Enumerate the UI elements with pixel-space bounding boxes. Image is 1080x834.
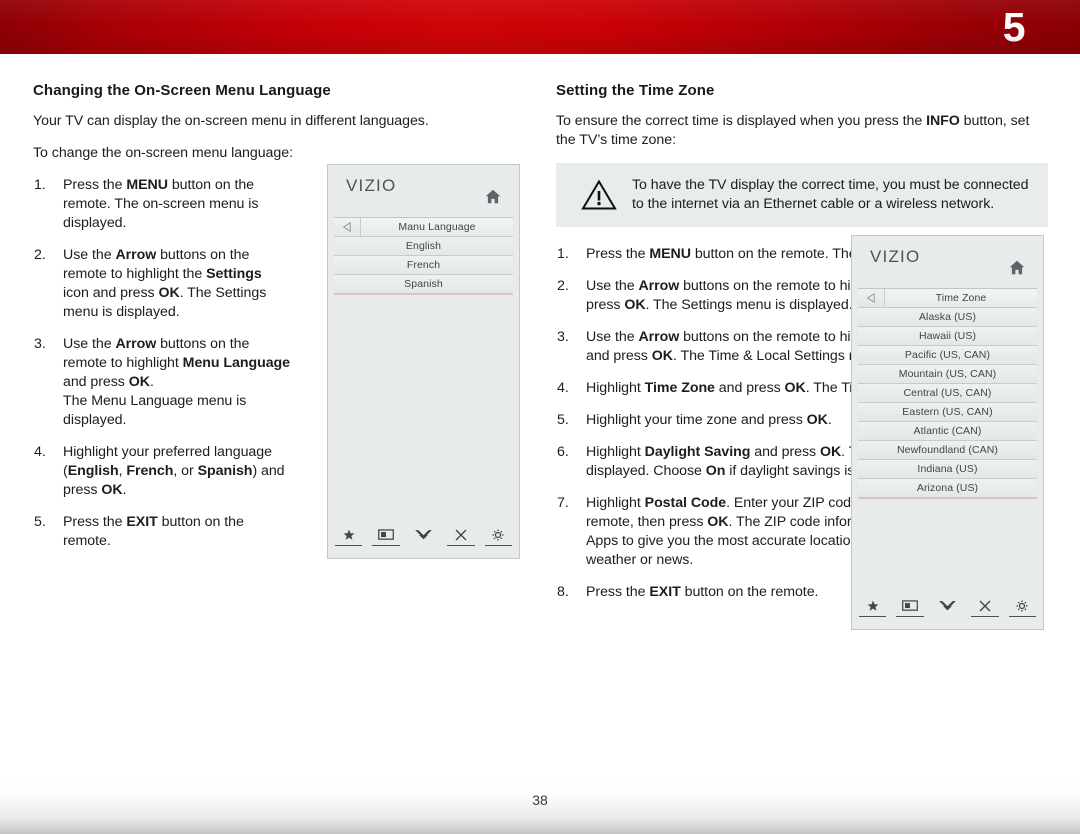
tv-menu-item[interactable]: Atlantic (CAN)	[858, 422, 1037, 441]
home-icon[interactable]	[485, 189, 501, 204]
tv-footer-icons	[858, 593, 1037, 623]
tv-time-zone-mockup: VIZIO Time Zone Alaska (US) Hawaii (US) …	[851, 235, 1044, 630]
tv-menu-item[interactable]: Alaska (US)	[858, 308, 1037, 327]
tv-menu-item-label: Eastern (US, CAN)	[902, 406, 993, 418]
tv-menu-item-label: Atlantic (CAN)	[913, 425, 982, 437]
tv-menu-item-label: Alaska (US)	[918, 311, 977, 323]
tv-menu-items: Alaska (US) Hawaii (US) Pacific (US, CAN) M…	[858, 308, 1037, 498]
step-item: Press the MENU button on the remote. The…	[34, 176, 259, 231]
tv-menu-item-label: Indiana (US)	[917, 463, 978, 475]
tv-menu-item[interactable]: French	[334, 256, 513, 275]
left-steps-list: Press the MENU button on the remote. The…	[33, 176, 291, 551]
tv-menu-item[interactable]: Mountain (US, CAN)	[858, 365, 1037, 384]
vizio-logo: VIZIO	[346, 176, 397, 195]
tv-menu-item-label: Central (US, CAN)	[903, 387, 992, 399]
tv-menu-item[interactable]: Arizona (US)	[858, 479, 1037, 498]
tv-menu-item[interactable]: Spanish	[334, 275, 513, 294]
tv-menu-item[interactable]: Pacific (US, CAN)	[858, 346, 1037, 365]
tv-menu-items: English French Spanish	[334, 237, 513, 294]
tv-menu-item[interactable]: Indiana (US)	[858, 460, 1037, 479]
tv-menu-list: Manu Language English French Spanish	[334, 217, 513, 295]
left-intro-paragraph-2: To change the on-screen menu language:	[33, 145, 293, 161]
tv-menu-list: Time Zone Alaska (US) Hawaii (US) Pacific …	[858, 288, 1037, 499]
tv-menu-item-label: French	[406, 259, 441, 271]
close-x-icon[interactable]	[970, 595, 1000, 617]
tv-menu-item-label: Spanish	[404, 278, 443, 290]
picture-icon[interactable]	[371, 524, 401, 546]
chapter-header-banner: 5	[0, 0, 1080, 54]
star-icon[interactable]	[334, 524, 363, 546]
chevron-down-icon[interactable]	[409, 524, 438, 546]
page-footer: 38	[0, 780, 1080, 834]
back-arrow-button[interactable]	[334, 218, 361, 236]
note-text: To have the TV display the correct time,…	[632, 177, 1029, 212]
picture-icon[interactable]	[895, 595, 925, 617]
home-icon[interactable]	[1009, 260, 1025, 275]
tv-menu-language-mockup: VIZIO Manu Language English French Spani…	[327, 164, 520, 559]
warning-triangle-icon	[581, 179, 617, 211]
tv-brand-row: VIZIO	[858, 242, 1037, 288]
gear-icon[interactable]	[484, 524, 513, 546]
manual-page: 5 Changing the On-Screen Menu Language Y…	[0, 0, 1080, 834]
tv-menu-title-row: Time Zone	[858, 289, 1037, 308]
tv-empty-area	[858, 499, 1037, 593]
tv-menu-item[interactable]: Central (US, CAN)	[858, 384, 1037, 403]
left-section-title: Changing the On-Screen Menu Language	[33, 82, 331, 99]
tv-brand-row: VIZIO	[334, 171, 513, 217]
tv-menu-item-label: Pacific (US, CAN)	[904, 349, 991, 361]
chapter-number: 5	[1002, 4, 1026, 50]
left-intro-paragraph-1: Your TV can display the on-screen menu i…	[33, 113, 429, 129]
tv-menu-item[interactable]: Hawaii (US)	[858, 327, 1037, 346]
step-item: Highlight your preferred language (Engli…	[34, 443, 285, 498]
right-intro-paragraph: To ensure the correct time is displayed …	[556, 113, 1030, 148]
close-x-icon[interactable]	[446, 524, 476, 546]
tv-menu-item[interactable]: Newfoundland (CAN)	[858, 441, 1037, 460]
tv-menu-item[interactable]: Eastern (US, CAN)	[858, 403, 1037, 422]
tv-menu-item-label: Mountain (US, CAN)	[898, 368, 997, 380]
note-box: To have the TV display the correct time,…	[556, 163, 1048, 227]
tv-empty-area	[334, 295, 513, 522]
chevron-down-icon[interactable]	[933, 595, 962, 617]
gear-icon[interactable]	[1008, 595, 1037, 617]
step-item: Use the Arrow buttons on the remote to h…	[34, 246, 267, 320]
page-content: Changing the On-Screen Menu Language You…	[0, 54, 1080, 780]
vizio-logo: VIZIO	[870, 247, 921, 266]
tv-menu-item-label: Hawaii (US)	[918, 330, 977, 342]
step-item: Press the EXIT button on the remote.	[34, 513, 244, 549]
step-item: Use the Arrow buttons on the remote to h…	[34, 335, 291, 428]
back-arrow-button[interactable]	[858, 289, 885, 307]
tv-menu-title-row: Manu Language	[334, 218, 513, 237]
right-section-title: Setting the Time Zone	[556, 82, 715, 99]
page-number: 38	[532, 792, 548, 808]
tv-menu-item-label: Newfoundland (CAN)	[896, 444, 998, 456]
tv-footer-icons	[334, 522, 513, 552]
tv-menu-item-label: English	[405, 240, 442, 252]
tv-menu-title: Manu Language	[361, 218, 513, 236]
tv-menu-item[interactable]: English	[334, 237, 513, 256]
star-icon[interactable]	[858, 595, 887, 617]
tv-menu-item-label: Arizona (US)	[916, 482, 979, 494]
tv-menu-title: Time Zone	[885, 289, 1037, 307]
